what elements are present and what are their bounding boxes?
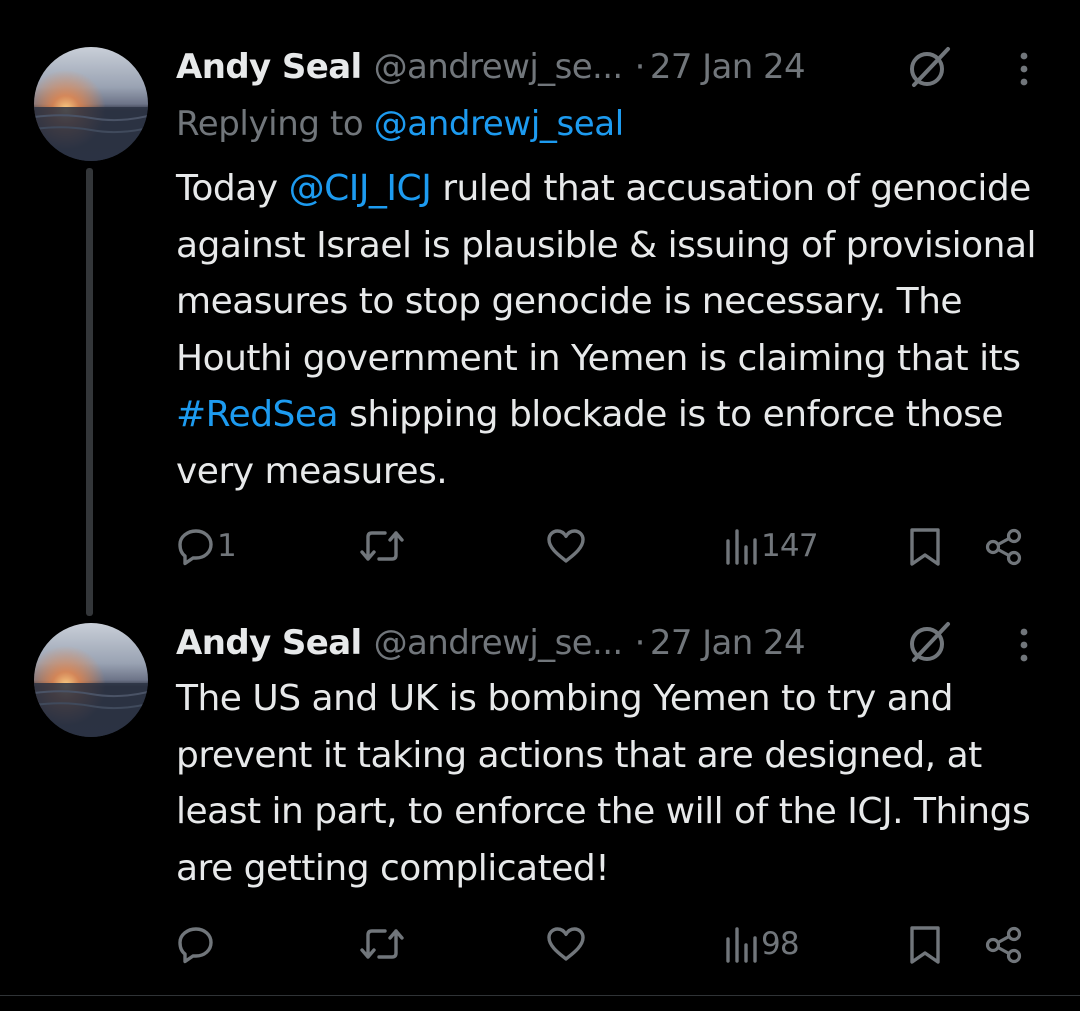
user-handle[interactable]: @andrewj_se... — [374, 47, 624, 87]
text-part: Today — [176, 168, 289, 209]
avatar-sunset-image — [34, 47, 148, 161]
replying-to-link[interactable]: @andrewj_seal — [374, 104, 624, 144]
reply-icon — [178, 927, 213, 964]
separator-dot: · — [634, 47, 646, 87]
divider — [0, 995, 1080, 996]
bookmark-button[interactable] — [907, 924, 943, 966]
reply-button[interactable]: 1 — [176, 526, 237, 566]
share-button[interactable] — [984, 528, 1024, 566]
views-icon — [726, 529, 757, 565]
tweet-date[interactable]: 27 Jan 24 — [650, 623, 806, 663]
display-name[interactable]: Andy Seal — [176, 47, 362, 87]
views-button[interactable]: 147 — [724, 527, 819, 565]
replying-to: Replying to @andrewj_seal — [176, 104, 624, 144]
tweet-actions: 98 — [0, 920, 1080, 968]
hashtag-link[interactable]: #RedSea — [176, 394, 339, 435]
bookmark-button[interactable] — [907, 526, 943, 568]
avatar[interactable] — [34, 47, 148, 161]
more-vertical-icon[interactable] — [1009, 47, 1039, 91]
more-vertical-icon[interactable] — [1009, 623, 1039, 667]
like-button[interactable] — [546, 528, 586, 564]
avatar-sunset-image — [34, 623, 148, 737]
retweet-button[interactable] — [358, 926, 406, 962]
avatar[interactable] — [34, 623, 148, 737]
heart-icon — [547, 529, 585, 563]
views-icon — [726, 927, 757, 963]
reply-count: 1 — [217, 528, 237, 564]
replying-prefix: Replying to — [176, 104, 374, 144]
share-button[interactable] — [984, 926, 1024, 964]
retweet-icon — [360, 929, 404, 959]
user-handle[interactable]: @andrewj_se... — [374, 623, 624, 663]
mention-link[interactable]: @CIJ_ICJ — [289, 168, 432, 209]
bookmark-icon — [910, 528, 940, 566]
share-icon — [985, 926, 1022, 964]
display-name[interactable]: Andy Seal — [176, 623, 362, 663]
reply-button[interactable] — [176, 924, 216, 964]
reply-icon — [178, 529, 213, 566]
grok-icon[interactable] — [906, 620, 952, 666]
separator-dot: · — [634, 623, 646, 663]
like-button[interactable] — [546, 926, 586, 962]
share-icon — [985, 528, 1022, 566]
heart-icon — [547, 927, 585, 961]
tweet-date[interactable]: 27 Jan 24 — [650, 47, 806, 87]
tweet-header: Andy Seal @andrewj_se... · 27 Jan 24 — [176, 43, 806, 91]
retweet-button[interactable] — [358, 528, 406, 564]
views-button[interactable]: 98 — [724, 925, 800, 963]
view-count: 98 — [761, 926, 800, 962]
tweet-text: The US and UK is bombing Yemen to try an… — [176, 678, 1031, 889]
view-count: 147 — [761, 528, 819, 564]
retweet-icon — [360, 531, 404, 561]
tweet-actions: 1 147 — [0, 522, 1080, 570]
tweet-text: Today @CIJ_ICJ ruled that accusation of … — [176, 161, 1056, 500]
grok-icon[interactable] — [906, 45, 952, 91]
bookmark-icon — [910, 926, 940, 964]
tweet-header: Andy Seal @andrewj_se... · 27 Jan 24 — [176, 619, 806, 667]
